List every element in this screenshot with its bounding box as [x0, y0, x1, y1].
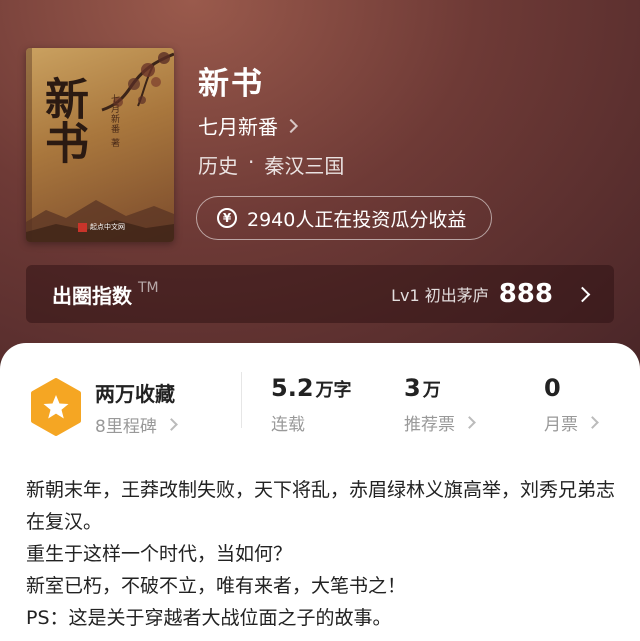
milestone-label: 8里程碑	[95, 417, 157, 437]
stat-recommend-value: 3	[404, 374, 421, 402]
circle-index-value: Lv1 初出茅庐 888	[391, 279, 591, 309]
chevron-right-icon	[463, 416, 476, 429]
author-name: 七月新番	[198, 115, 278, 139]
invest-text: 2940人正在投资瓜分收益	[247, 208, 467, 231]
publisher-logo-icon	[78, 222, 87, 232]
circle-index-level: Lv1 初出茅庐	[391, 286, 489, 305]
description-line: 重生于这样一个时代，当如何？	[26, 543, 293, 565]
description-line: 新朝末年，王莽改制失败，天下将乱，赤眉绿林义旗高举，刘秀兄弟志在复汉。	[26, 479, 616, 533]
cover-author: 七月新番 著	[109, 94, 119, 148]
stat-words-value: 5.2	[271, 374, 314, 402]
star-badge-icon	[31, 378, 81, 436]
description-line: PS：这是关于穿越者大战位面之子的故事。	[26, 607, 392, 629]
chevron-right-icon	[164, 418, 178, 431]
book-cover[interactable]: 新书 七月新番 著 起点中文网	[26, 48, 174, 242]
genre-sub[interactable]: 秦汉三国	[264, 150, 344, 179]
yen-circle-icon: ¥	[217, 208, 237, 228]
stat-monthly-label: 月票	[544, 415, 578, 435]
circle-index-label: 出圈指数	[52, 283, 132, 308]
cover-publisher: 起点中文网	[90, 223, 125, 231]
stat-recommend-unit: 万	[422, 380, 441, 401]
cover-title: 新书	[37, 76, 88, 164]
description-line: 新室已朽，不破不立，唯有来者，大笔书之！	[26, 575, 407, 597]
invest-button[interactable]: ¥ 2940人正在投资瓜分收益	[196, 196, 492, 240]
circle-index-score: 888	[498, 279, 553, 309]
book-description[interactable]: 新朝末年，王莽改制失败，天下将乱，赤眉绿林义旗高举，刘秀兄弟志在复汉。 重生于这…	[26, 474, 626, 634]
stat-monthly-value: 0	[544, 374, 561, 402]
milestone-link[interactable]: 8里程碑	[95, 412, 178, 437]
chevron-right-icon	[586, 416, 599, 429]
stat-recommend-label: 推荐票	[404, 415, 455, 435]
author-link[interactable]: 七月新番	[198, 111, 299, 140]
trademark-mark: TM	[138, 280, 159, 296]
book-title: 新书	[198, 66, 264, 102]
cover-mountain-art	[26, 200, 174, 242]
stat-words-label: 连载	[271, 415, 305, 435]
stat-recommend[interactable]: 3 万 推荐票	[404, 374, 476, 435]
stat-words-unit: 万字	[315, 380, 352, 401]
cover-publisher-logo: 起点中文网	[78, 222, 125, 232]
genre-main[interactable]: 历史	[198, 150, 238, 179]
genre-row: 历史 · 秦汉三国	[198, 150, 344, 179]
circle-index-bar[interactable]: 出圈指数 TM Lv1 初出茅庐 888	[26, 265, 614, 323]
stat-monthly[interactable]: 0 月票	[544, 374, 599, 435]
chevron-right-icon	[574, 286, 591, 302]
stat-words: 5.2 万字 连载	[271, 374, 352, 435]
chevron-right-icon	[283, 118, 299, 133]
favorites-title: 两万收藏	[95, 382, 175, 406]
genre-separator: ·	[248, 150, 255, 174]
stats-divider	[241, 372, 242, 428]
cover-branch-art	[101, 52, 174, 112]
